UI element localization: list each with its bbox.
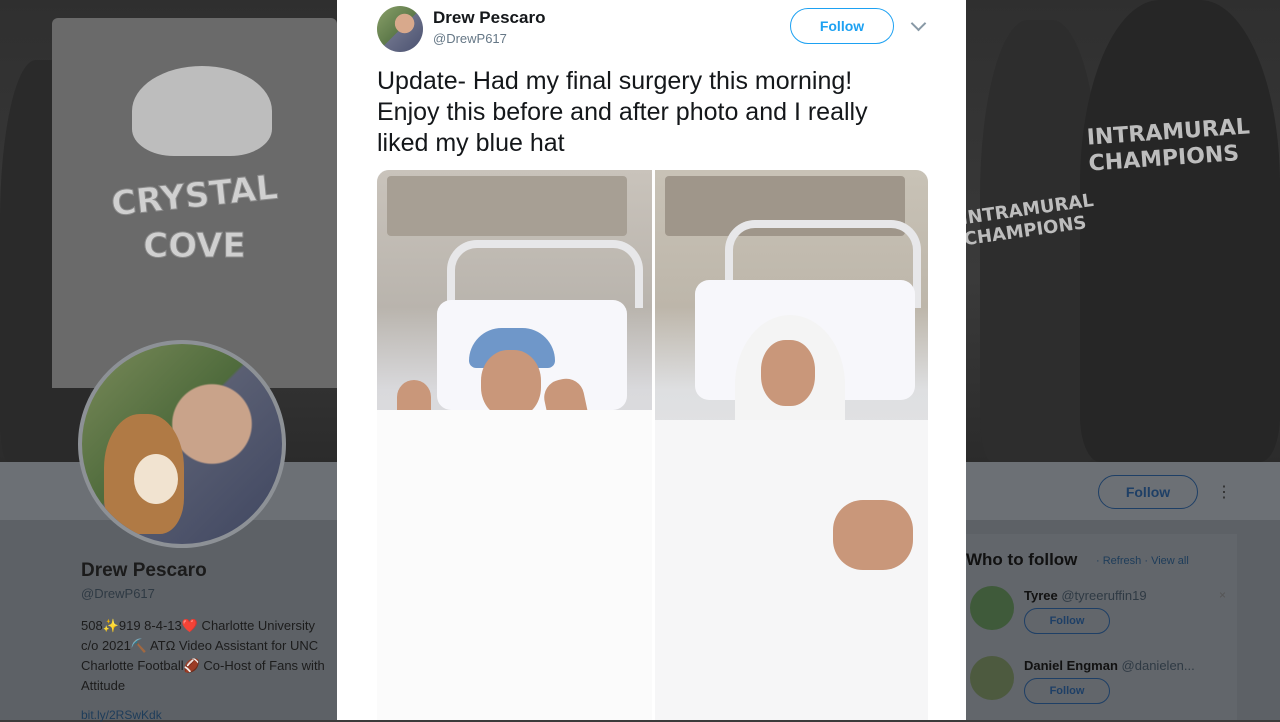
shirt-text-line2: COVE xyxy=(143,226,246,267)
chevron-down-icon[interactable] xyxy=(910,15,927,32)
suggested-account-name[interactable]: Daniel Engman @danielen... xyxy=(1024,658,1195,673)
wall-equipment xyxy=(387,176,627,236)
tweet-text: Update- Had my final surgery this mornin… xyxy=(377,67,868,157)
suggested-account-name[interactable]: Tyree @tyreeruffin19 xyxy=(1024,588,1147,603)
tweet-follow-button[interactable]: Follow xyxy=(790,8,894,44)
more-options-icon[interactable]: ⋮ xyxy=(1216,482,1232,502)
profile-name[interactable]: Drew Pescaro xyxy=(81,560,207,582)
suggested-follow-button[interactable]: Follow xyxy=(1024,608,1110,634)
suggested-account: Tyree @tyreeruffin19 Follow × xyxy=(966,586,1236,646)
dismiss-icon[interactable]: × xyxy=(1219,588,1226,602)
shirt-logo-icon xyxy=(132,66,272,156)
profile-bio: 508✨919 8-4-13❤️ Charlotte University c/… xyxy=(81,618,325,693)
avatar-dog-face xyxy=(134,454,178,504)
patient-face xyxy=(481,350,541,418)
bed-sheet xyxy=(377,410,652,720)
who-to-follow-links: · Refresh · View all xyxy=(1096,555,1189,567)
suggested-follow-button[interactable]: Follow xyxy=(1024,678,1110,704)
bed-rail xyxy=(447,240,643,308)
suggested-account: Daniel Engman @danielen... Follow xyxy=(966,656,1236,716)
tweet-author-handle[interactable]: @DrewP617 xyxy=(433,31,507,46)
tweet-photo[interactable] xyxy=(377,170,928,720)
tweet-author-name[interactable]: Drew Pescaro xyxy=(433,8,545,28)
account-handle: @tyreeruffin19 xyxy=(1061,588,1147,603)
account-name: Tyree xyxy=(1024,588,1058,603)
tweet-card[interactable]: Drew Pescaro @DrewP617 Follow Update- Ha… xyxy=(337,0,966,720)
header-tee-text: INTRAMURAL CHAMPIONS xyxy=(1086,114,1251,177)
separator-dot: · xyxy=(1096,555,1100,567)
who-to-follow-panel: Who to follow · Refresh · View all Tyree… xyxy=(962,534,1237,720)
photo-after xyxy=(655,170,928,720)
profile-avatar[interactable] xyxy=(78,340,286,548)
patient-face xyxy=(761,340,815,406)
account-handle: @danielen... xyxy=(1121,658,1195,673)
profile-follow-button[interactable]: Follow xyxy=(1098,475,1198,509)
account-name: Daniel Engman xyxy=(1024,658,1118,673)
photo-before xyxy=(377,170,652,720)
profile-handle[interactable]: @DrewP617 xyxy=(81,586,155,601)
shirt-text-line1: CRYSTAL xyxy=(109,167,280,225)
suggested-account-avatar[interactable] xyxy=(970,586,1014,630)
tweet-author-avatar[interactable] xyxy=(377,6,423,52)
header-shirt: CRYSTAL COVE xyxy=(52,18,337,388)
who-to-follow-title: Who to follow xyxy=(966,550,1078,569)
thumbs-up-right xyxy=(833,500,913,570)
bed-sheet xyxy=(655,420,928,720)
refresh-link[interactable]: Refresh xyxy=(1103,555,1142,567)
avatar-dog xyxy=(104,414,184,534)
separator-dot: · xyxy=(1144,555,1148,567)
suggested-account-avatar[interactable] xyxy=(970,656,1014,700)
view-all-link[interactable]: View all xyxy=(1151,555,1189,567)
